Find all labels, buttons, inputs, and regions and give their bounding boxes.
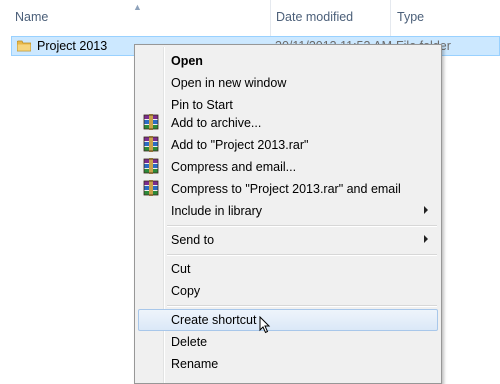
menu-item-send-to[interactable]: Send to <box>138 229 438 251</box>
menu-item-compress-to-rar-and-email[interactable]: Compress to "Project 2013.rar" and email <box>138 178 438 200</box>
column-divider[interactable] <box>270 0 271 36</box>
file-name: Project 2013 <box>37 39 108 53</box>
menu-item-cut[interactable]: Cut <box>138 258 438 280</box>
menu-separator <box>167 305 437 307</box>
column-type[interactable]: Type <box>397 10 424 24</box>
sort-ascending-icon: ▲ <box>133 2 142 12</box>
menu-item-label: Send to <box>171 233 215 247</box>
column-header: ▲ Name Date modified Type <box>0 0 500 37</box>
column-name[interactable]: Name <box>15 10 48 24</box>
folder-icon <box>17 40 31 52</box>
menu-item-label: Create shortcut <box>171 313 257 327</box>
submenu-arrow-icon <box>424 235 428 243</box>
menu-item-include-in-library[interactable]: Include in library <box>138 200 438 222</box>
winrar-archive-icon <box>143 180 159 196</box>
menu-item-label: Pin to Start <box>171 98 233 112</box>
menu-item-label: Compress and email... <box>171 160 297 174</box>
winrar-archive-icon <box>143 158 159 174</box>
menu-item-add-to-archive[interactable]: Add to archive... <box>138 112 438 134</box>
menu-item-open[interactable]: Open <box>138 50 438 72</box>
menu-item-label: Open <box>171 54 203 68</box>
context-menu: Open Open in new window Pin to Start Add… <box>134 44 442 384</box>
menu-item-label: Cut <box>171 262 191 276</box>
menu-item-label: Include in library <box>171 204 263 218</box>
menu-item-label: Open in new window <box>171 76 287 90</box>
column-divider[interactable] <box>390 0 391 36</box>
menu-separator <box>167 225 437 227</box>
menu-item-label: Rename <box>171 357 219 371</box>
winrar-archive-icon <box>143 136 159 152</box>
menu-item-create-shortcut[interactable]: Create shortcut <box>138 309 438 331</box>
menu-item-delete[interactable]: Delete <box>138 331 438 353</box>
menu-item-add-to-rar[interactable]: Add to "Project 2013.rar" <box>138 134 438 156</box>
mouse-cursor-icon <box>259 316 271 334</box>
menu-item-label: Delete <box>171 335 208 349</box>
menu-item-label: Compress to "Project 2013.rar" and email <box>171 182 401 196</box>
menu-item-compress-and-email[interactable]: Compress and email... <box>138 156 438 178</box>
menu-item-copy[interactable]: Copy <box>138 280 438 302</box>
menu-item-open-in-new-window[interactable]: Open in new window <box>138 72 438 94</box>
menu-item-label: Copy <box>171 284 201 298</box>
menu-separator <box>167 254 437 256</box>
menu-item-label: Add to "Project 2013.rar" <box>171 138 309 152</box>
submenu-arrow-icon <box>424 206 428 214</box>
winrar-archive-icon <box>143 114 159 130</box>
column-date-modified[interactable]: Date modified <box>276 10 353 24</box>
menu-item-label: Add to archive... <box>171 116 262 130</box>
